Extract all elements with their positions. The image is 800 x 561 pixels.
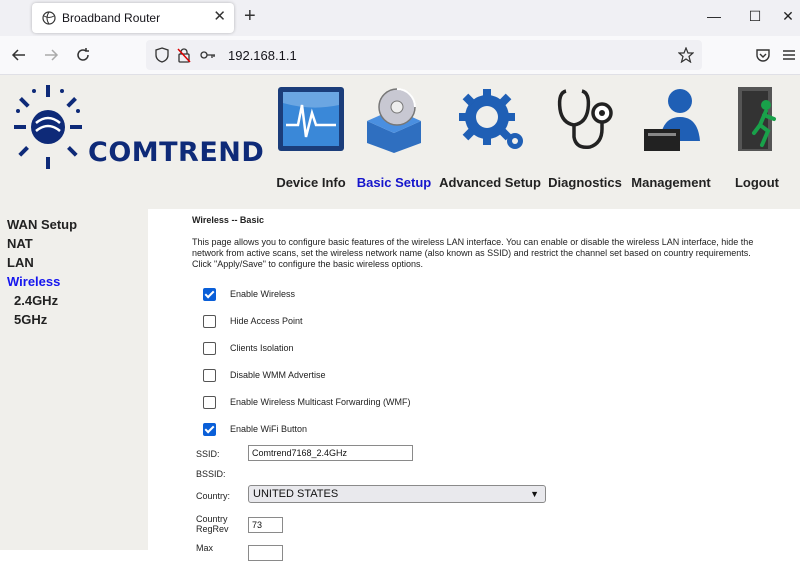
sidebar: WAN Setup NAT LAN Wireless 2.4GHz 5GHz: [0, 215, 148, 329]
logout-icon: [738, 87, 776, 151]
ssid-input[interactable]: Comtrend7168_2.4GHz: [248, 445, 413, 461]
checkbox-label: Clients Isolation: [230, 343, 294, 353]
enable-wireless-checkbox[interactable]: [203, 288, 216, 301]
nav-label-logout: Logout: [734, 175, 780, 190]
checkbox-label: Disable WMM Advertise: [230, 370, 326, 380]
enable-wifi-button-checkbox[interactable]: [203, 423, 216, 436]
reload-icon[interactable]: [72, 44, 94, 66]
sidebar-item-lan[interactable]: LAN: [0, 253, 148, 272]
new-tab-button[interactable]: +: [244, 5, 256, 27]
nav-logout[interactable]: Logout: [702, 85, 800, 195]
page-description: This page allows you to configure basic …: [192, 237, 754, 269]
stethoscope-icon: [557, 89, 613, 150]
comtrend-logo: COMTREND: [12, 83, 264, 173]
router-page: COMTREND Device Info Basic Setup Advance…: [0, 75, 800, 561]
device-info-icon: [278, 87, 344, 151]
sidebar-item-nat[interactable]: NAT: [0, 234, 148, 253]
globe-icon: [42, 11, 56, 25]
close-tab-icon[interactable]: ✕: [213, 9, 226, 25]
sidebar-item-5ghz[interactable]: 5GHz: [0, 310, 148, 329]
logo-emblem-icon: [14, 85, 82, 169]
tab-title: Broadband Router: [62, 11, 161, 25]
chevron-down-icon: ▼: [530, 489, 539, 499]
pocket-icon[interactable]: [752, 44, 774, 66]
clients-isolation-checkbox[interactable]: [203, 342, 216, 355]
management-icon: [644, 89, 700, 151]
max-input[interactable]: [248, 545, 283, 561]
insecure-lock-icon[interactable]: [176, 47, 192, 63]
menu-icon[interactable]: [778, 44, 800, 66]
sidebar-item-wireless[interactable]: Wireless: [0, 272, 148, 291]
back-icon[interactable]: [8, 44, 30, 66]
enable-wmf-checkbox[interactable]: [203, 396, 216, 409]
country-regrev-label: Country RegRev: [196, 514, 229, 534]
key-icon[interactable]: [200, 47, 216, 63]
browser-tab[interactable]: Broadband Router ✕: [32, 3, 234, 33]
gear-icon: [459, 89, 523, 149]
browser-tab-bar: Broadband Router ✕ + — ☐ ✕: [0, 0, 800, 36]
close-window-button[interactable]: ✕: [778, 6, 798, 26]
country-select-value: UNITED STATES: [253, 488, 339, 500]
hide-access-point-checkbox[interactable]: [203, 315, 216, 328]
sidebar-item-wan-setup[interactable]: WAN Setup: [0, 215, 148, 234]
bssid-label: BSSID:: [196, 469, 226, 479]
url-text[interactable]: 192.168.1.1: [228, 48, 297, 63]
ssid-label: SSID:: [196, 449, 220, 459]
checkbox-label: Enable Wireless Multicast Forwarding (WM…: [230, 397, 411, 407]
page-title: Wireless -- Basic: [192, 215, 264, 225]
shield-icon[interactable]: [154, 47, 170, 63]
bookmark-star-icon[interactable]: [678, 47, 694, 63]
maximize-button[interactable]: ☐: [745, 6, 765, 26]
address-bar[interactable]: 192.168.1.1: [146, 40, 702, 70]
checkbox-label: Enable WiFi Button: [230, 424, 308, 434]
max-label: Max: [196, 543, 214, 553]
country-label: Country:: [196, 491, 231, 501]
disable-wmm-advertise-checkbox[interactable]: [203, 369, 216, 382]
forward-icon[interactable]: [40, 44, 62, 66]
logo-text: COMTREND: [88, 137, 265, 168]
checkbox-label: Enable Wireless: [230, 289, 296, 299]
sidebar-item-2-4ghz[interactable]: 2.4GHz: [0, 291, 148, 310]
checkbox-label: Hide Access Point: [230, 316, 303, 326]
country-select[interactable]: UNITED STATES ▼: [248, 485, 546, 503]
main-content: Wireless -- Basic This page allows you t…: [148, 209, 800, 561]
minimize-button[interactable]: —: [704, 6, 724, 26]
browser-nav-bar: 192.168.1.1: [0, 36, 800, 75]
basic-setup-icon: [367, 88, 421, 153]
country-regrev-input[interactable]: 73: [248, 517, 283, 533]
